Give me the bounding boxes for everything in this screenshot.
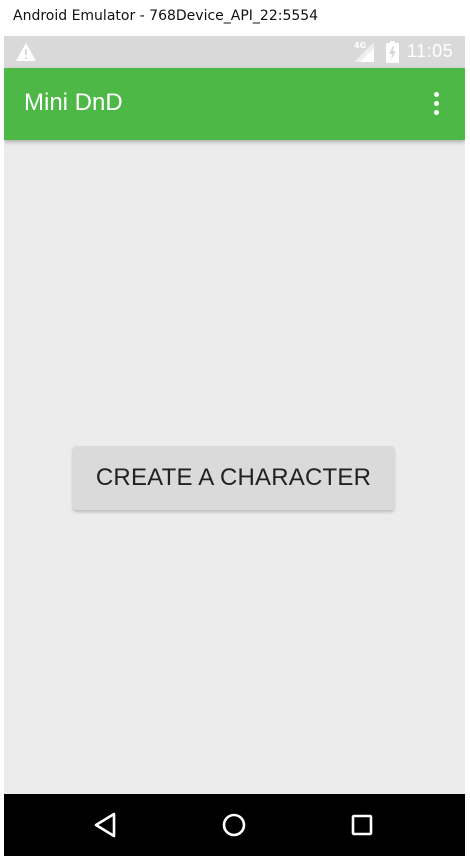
emulator-window: Android Emulator - 768Device_API_22:5554… (0, 0, 470, 862)
app-title: Mini DnD (24, 89, 123, 116)
app-toolbar: Mini DnD (4, 68, 465, 140)
device-screen: 4G 11:05 Mini DnD CREATE A CHARACTER (4, 36, 465, 856)
status-bar: 4G 11:05 (4, 36, 465, 68)
warning-icon (16, 43, 36, 61)
main-content: CREATE A CHARACTER (4, 140, 465, 794)
status-clock: 11:05 (407, 41, 454, 61)
overflow-menu-icon[interactable] (424, 90, 448, 118)
window-title: Android Emulator - 768Device_API_22:5554 (13, 8, 319, 24)
network-type-label: 4G (354, 41, 367, 50)
battery-icon (386, 41, 399, 63)
signal-icon: 4G (352, 40, 376, 64)
create-character-button[interactable]: CREATE A CHARACTER (73, 446, 394, 510)
home-icon[interactable] (218, 809, 250, 841)
navigation-bar (4, 794, 465, 856)
back-icon[interactable] (90, 809, 122, 841)
recent-apps-icon[interactable] (346, 809, 378, 841)
window-title-bar: Android Emulator - 768Device_API_22:5554 (0, 0, 470, 36)
